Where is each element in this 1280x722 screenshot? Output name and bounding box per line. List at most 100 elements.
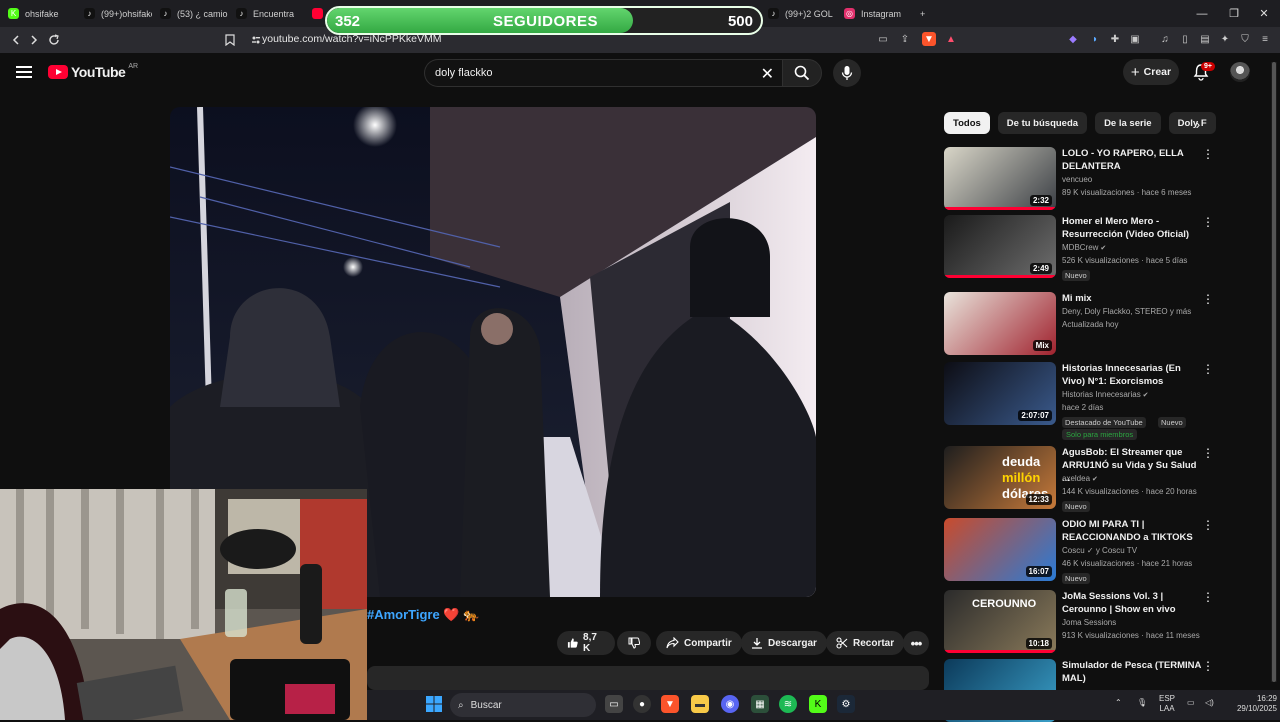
recommendation-item[interactable]: 2:32 LOLO - YO RAPERO, ELLA DELANTERA venc… <box>944 147 1216 213</box>
more-vertical-icon[interactable]: ⋮ <box>1202 215 1214 229</box>
recommendation-title[interactable]: Simulador de Pesca (TERMINA MAL) <box>1062 659 1202 685</box>
sidebar-toggle-icon[interactable]: ▯ <box>1178 32 1192 46</box>
clock[interactable]: 16:29 29/10/2025 <box>1231 694 1277 714</box>
recommendation-channel[interactable]: axeldea ✔ <box>1062 474 1098 483</box>
bookmark-icon[interactable] <box>220 30 240 50</box>
browser-tab[interactable]: ♪ (53) ¿ camio <box>152 0 228 27</box>
youtube-logo[interactable]: YouTube AR <box>48 63 138 80</box>
recommendation-title[interactable]: JoMa Sessions Vol. 3 | Cerounno | Show e… <box>1062 590 1202 616</box>
recommendation-item[interactable]: Simulador de Pesca (TERMINA MAL) ⋮ <box>944 659 1216 722</box>
voice-search-button[interactable] <box>833 59 861 87</box>
brave-app-icon[interactable]: ▼ <box>661 695 679 713</box>
tab-search-icon[interactable]: ▣ <box>1128 32 1142 46</box>
forward-icon[interactable] <box>24 30 44 50</box>
browser-tab[interactable]: ♪ (99+)ohsifake <box>76 0 152 27</box>
recommendation-thumbnail[interactable]: Mix <box>944 292 1056 355</box>
language-indicator[interactable]: ESP LAA <box>1159 694 1175 714</box>
minimize-button[interactable]: — <box>1186 0 1218 27</box>
browser-tab[interactable]: Kohsifake <box>0 0 76 27</box>
description-box[interactable] <box>367 666 929 690</box>
tray-overflow-icon[interactable]: ⌃ <box>1115 698 1122 708</box>
recommendation-thumbnail[interactable]: deuda millón dólares 12:33 <box>944 446 1056 509</box>
spotify-icon[interactable]: ≋ <box>779 695 797 713</box>
scrollbar-thumb[interactable] <box>1272 62 1276 682</box>
media-icon[interactable]: ♫ <box>1158 32 1172 46</box>
recommendation-channel[interactable]: Coscu ✓ y Coscu TV <box>1062 546 1137 555</box>
more-vertical-icon[interactable]: ⋮ <box>1202 292 1214 306</box>
recommendation-channel[interactable]: Deny, Doly Flackko, STEREO y más <box>1062 307 1191 316</box>
maximize-button[interactable]: ❐ <box>1218 0 1250 27</box>
more-vertical-icon[interactable]: ⋮ <box>1202 590 1214 604</box>
recommendation-thumbnail[interactable]: 2:49 <box>944 215 1056 278</box>
recommendation-item[interactable]: 2:49 Homer el Mero Mero - Resurrección (V… <box>944 215 1216 281</box>
page-scrollbar[interactable] <box>1271 62 1277 682</box>
filter-chip[interactable]: Todos <box>944 112 990 134</box>
new-tab-button[interactable]: + <box>912 0 942 27</box>
discord-icon[interactable]: ◉ <box>721 695 739 713</box>
chevron-right-icon[interactable]: › <box>1188 114 1208 134</box>
recommendation-item[interactable]: 2:07:07 Historias Innecesarias (En Vivo) … <box>944 362 1216 440</box>
steam-icon[interactable]: ⚙ <box>837 695 855 713</box>
recommendation-title[interactable]: Homer el Mero Mero - Resurrección (Video… <box>1062 215 1202 241</box>
recommendation-channel[interactable]: MDBCrew ✔ <box>1062 243 1106 252</box>
task-view-icon[interactable]: ▭ <box>605 695 623 713</box>
more-vertical-icon[interactable]: ⋮ <box>1202 659 1214 673</box>
extension-icon-2[interactable]: ◗ <box>1088 32 1102 46</box>
extension-icon-1[interactable]: ◆ <box>1066 32 1080 46</box>
more-vertical-icon[interactable]: ⋮ <box>1202 446 1214 460</box>
more-actions-button[interactable]: ••• <box>903 631 929 655</box>
recommendation-title[interactable]: ODIO MI PARA TI | REACCIONANDO a TIKTOKS <box>1062 518 1202 544</box>
back-icon[interactable] <box>6 30 26 50</box>
recommendation-channel[interactable]: Joma Sessions <box>1062 618 1116 627</box>
clear-search-icon[interactable]: ✕ <box>761 64 774 84</box>
browser-tab[interactable]: ◎ Instagram <box>836 0 912 27</box>
obs-icon[interactable]: ● <box>633 695 651 713</box>
create-button[interactable]: + Crear <box>1123 59 1179 85</box>
browser-menu-icon[interactable]: ≡ <box>1258 32 1272 46</box>
share-page-icon[interactable]: ⇪ <box>898 32 912 46</box>
more-vertical-icon[interactable]: ⋮ <box>1202 362 1214 376</box>
volume-icon[interactable]: ◁) <box>1205 698 1214 708</box>
recommendation-title[interactable]: Mi mix <box>1062 292 1202 305</box>
recommendation-thumbnail[interactable]: 2:32 <box>944 147 1056 210</box>
recommendation-item[interactable]: 16:07 ODIO MI PARA TI | REACCIONANDO a TI… <box>944 518 1216 584</box>
network-icon[interactable]: ▭ <box>1187 698 1195 708</box>
filter-chip[interactable]: De la serie <box>1095 112 1161 134</box>
brave-rewards-icon[interactable]: ▲ <box>944 32 958 46</box>
minecraft-icon[interactable]: ▦ <box>751 695 769 713</box>
like-button[interactable]: 8,7 K <box>557 631 615 655</box>
more-vertical-icon[interactable]: ⋮ <box>1202 147 1214 161</box>
windows-start-icon[interactable] <box>425 695 443 713</box>
extensions-icon[interactable]: ✚ <box>1108 32 1122 46</box>
more-vertical-icon[interactable]: ⋮ <box>1202 518 1214 532</box>
hamburger-menu-icon[interactable] <box>16 66 32 78</box>
recommendation-thumbnail[interactable]: 16:07 <box>944 518 1056 581</box>
recommendation-thumbnail[interactable]: 2:07:07 <box>944 362 1056 425</box>
search-input[interactable]: doly flackko ✕ <box>424 59 782 87</box>
recommendation-item[interactable]: CEROUNNO 10:18 JoMa Sessions Vol. 3 | Cero… <box>944 590 1216 656</box>
kick-icon[interactable]: K <box>809 695 827 713</box>
dislike-button[interactable] <box>617 631 651 655</box>
vpn-icon[interactable]: ⛉ <box>1238 32 1252 46</box>
file-explorer-icon[interactable]: ▬ <box>691 695 709 713</box>
cast-icon[interactable]: ▭ <box>876 32 890 46</box>
wallet-icon[interactable]: ▤ <box>1198 32 1212 46</box>
browser-tab[interactable]: ♪ (99+)2 GOL <box>760 0 836 27</box>
reload-icon[interactable] <box>44 30 64 50</box>
recommendation-title[interactable]: LOLO - YO RAPERO, ELLA DELANTERA <box>1062 147 1202 173</box>
video-title[interactable]: #AmorTigre ❤️ 🐅 <box>367 607 479 623</box>
brave-shield-icon[interactable]: ▼ <box>922 32 936 46</box>
recommendation-channel[interactable]: vencueo <box>1062 175 1092 184</box>
microphone-tray-icon[interactable]: 🎙 <box>1137 698 1147 708</box>
recommendation-channel[interactable]: Historias Innecesarias ✔ <box>1062 390 1149 399</box>
clip-button[interactable]: Recortar <box>826 631 905 655</box>
browser-tab[interactable]: ♪ Encuentra <box>228 0 304 27</box>
recommendation-title[interactable]: Historias Innecesarias (En Vivo) N°1: Ex… <box>1062 362 1202 388</box>
leo-ai-icon[interactable]: ✦ <box>1218 32 1232 46</box>
download-button[interactable]: Descargar <box>741 631 827 655</box>
filter-chip[interactable]: De tu búsqueda <box>997 112 1088 134</box>
close-window-button[interactable]: ✕ <box>1248 0 1280 27</box>
search-button[interactable] <box>782 59 822 87</box>
taskbar-search[interactable]: ⌕ Buscar <box>450 693 596 717</box>
account-avatar[interactable] <box>1230 62 1250 82</box>
